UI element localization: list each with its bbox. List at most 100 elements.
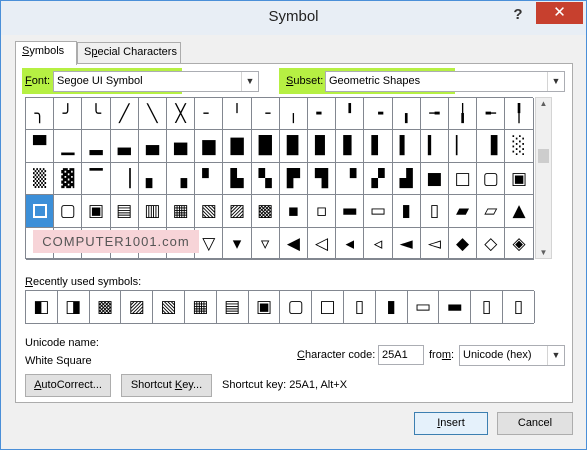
grid-scrollbar[interactable]: ▲ ▼ (535, 97, 552, 259)
symbol-cell[interactable]: ◂ (336, 227, 365, 260)
symbol-cell[interactable]: ▚ (251, 162, 280, 196)
recent-symbol-cell[interactable]: ▦ (185, 291, 217, 323)
symbol-cell[interactable]: ▾ (223, 227, 252, 260)
symbol-cell[interactable]: ▍ (392, 130, 421, 163)
autocorrect-button[interactable]: AutoCorrect... (25, 374, 111, 397)
recent-symbol-cell[interactable]: ▤ (217, 291, 249, 323)
symbol-cell[interactable]: ▓ (54, 162, 83, 196)
recent-symbol-cell[interactable]: ◧ (26, 291, 58, 323)
recent-symbol-cell[interactable]: ▩ (90, 291, 122, 323)
cancel-button[interactable]: Cancel (497, 412, 573, 435)
symbol-cell[interactable]: ▿ (251, 227, 280, 260)
symbol-cell[interactable]: ▭ (364, 195, 393, 228)
subset-dropdown[interactable]: Geometric Shapes ▼ (325, 71, 565, 92)
font-dropdown[interactable]: Segoe UI Symbol ▼ (53, 71, 259, 92)
tab-special-characters[interactable]: Special Characters (77, 42, 181, 64)
recent-symbol-cell[interactable]: ▨ (121, 291, 154, 323)
recent-symbol-cell[interactable]: ▭ (408, 291, 440, 323)
recent-symbols[interactable]: ◧ ◨ ▩ ▨ ▧ ▦ ▤ ▣ ▢ □ ▯ ▮ ▭ ▬ ▯ ▯ (25, 290, 535, 324)
symbol-cell[interactable]: ▯ (420, 195, 449, 228)
symbol-cell[interactable]: ▋ (336, 130, 365, 163)
symbol-cell[interactable]: ▉ (279, 130, 308, 163)
symbol-cell[interactable]: ▁ (54, 130, 83, 163)
symbol-cell[interactable]: ▗ (167, 162, 196, 196)
symbol-cell[interactable]: ▂ (82, 130, 111, 163)
symbol-cell[interactable]: ▣ (505, 162, 534, 196)
scroll-down-icon[interactable]: ▼ (536, 248, 551, 257)
recent-symbol-cell[interactable]: ▢ (280, 291, 313, 323)
symbol-cell[interactable]: ▜ (308, 162, 337, 196)
symbol-cell[interactable]: ╲ (138, 98, 167, 131)
symbol-cell[interactable]: ▘ (195, 162, 224, 196)
recent-symbol-cell[interactable]: ▣ (249, 291, 281, 323)
symbol-cell[interactable]: ╾ (477, 98, 506, 131)
recent-symbol-cell[interactable]: ◨ (58, 291, 90, 323)
symbol-cell[interactable]: ▦ (167, 195, 196, 228)
symbol-cell[interactable]: ▥ (138, 195, 167, 228)
symbol-cell[interactable]: ▌ (364, 130, 393, 163)
symbol-cell[interactable]: ╹ (336, 98, 365, 131)
symbol-cell-selected[interactable] (26, 195, 55, 228)
symbol-cell[interactable]: ▢ (477, 162, 506, 196)
close-button[interactable]: ✕ (536, 2, 583, 24)
symbol-cell[interactable]: ▟ (392, 162, 421, 196)
symbol-cell[interactable]: □ (449, 162, 478, 196)
help-button[interactable]: ? (506, 5, 530, 25)
symbol-cell[interactable]: ▕ (110, 162, 139, 196)
symbol-cell[interactable]: ▏ (449, 130, 478, 163)
recent-symbol-cell[interactable]: ▬ (439, 291, 472, 323)
recent-symbol-cell[interactable]: ▯ (503, 291, 535, 323)
symbol-cell[interactable]: ◆ (449, 227, 478, 260)
symbol-cell[interactable]: ╴ (195, 98, 224, 131)
shortcut-key-button[interactable]: Shortcut Key... (121, 374, 212, 397)
symbol-cell[interactable]: ╷ (279, 98, 308, 131)
symbol-cell[interactable]: ╸ (308, 98, 337, 131)
recent-symbol-cell[interactable]: ▯ (471, 291, 503, 323)
symbol-cell[interactable]: ▛ (279, 162, 308, 196)
symbol-cell[interactable]: ▄ (138, 130, 167, 163)
recent-symbol-cell[interactable]: □ (312, 291, 344, 323)
symbol-cell[interactable]: ◈ (505, 227, 534, 260)
symbol-cell[interactable]: ▣ (82, 195, 111, 228)
symbol-cell[interactable]: ▽ (195, 227, 224, 260)
symbol-cell[interactable]: ╼ (420, 98, 449, 131)
symbol-cell[interactable]: ╿ (505, 98, 534, 131)
character-code-input[interactable]: 25A1 (378, 345, 424, 365)
symbol-cell[interactable]: ▎ (420, 130, 449, 163)
scroll-up-icon[interactable]: ▲ (536, 99, 551, 108)
symbol-cell[interactable]: ╵ (223, 98, 252, 131)
symbol-cell[interactable]: ◅ (420, 227, 449, 260)
symbol-cell[interactable]: ▫ (308, 195, 337, 228)
symbol-cell[interactable]: ▤ (110, 195, 139, 228)
symbol-cell[interactable]: ◀ (279, 227, 308, 260)
symbol-cell[interactable]: ▞ (364, 162, 393, 196)
symbol-cell[interactable]: ▐ (477, 130, 506, 163)
symbol-cell[interactable]: ▪ (279, 195, 308, 228)
insert-button[interactable]: Insert (414, 412, 488, 435)
recent-symbol-cell[interactable]: ▯ (344, 291, 376, 323)
recent-symbol-cell[interactable]: ▮ (376, 291, 408, 323)
symbol-cell[interactable]: ╰ (82, 98, 111, 131)
symbol-cell[interactable]: ▀ (26, 130, 55, 163)
symbol-cell[interactable]: ╶ (251, 98, 280, 131)
symbol-cell[interactable]: ◇ (477, 227, 506, 260)
symbol-cell[interactable]: ▰ (449, 195, 478, 228)
symbol-cell[interactable]: ╯ (54, 98, 83, 131)
symbol-cell[interactable]: ▊ (308, 130, 337, 163)
symbol-cell[interactable]: ▧ (195, 195, 224, 228)
symbol-cell[interactable]: ▮ (392, 195, 421, 228)
symbol-cell[interactable]: ▬ (336, 195, 365, 228)
symbol-cell[interactable]: ▇ (223, 130, 252, 163)
symbol-cell[interactable]: ╺ (364, 98, 393, 131)
symbol-cell[interactable]: ╻ (392, 98, 421, 131)
symbol-cell[interactable]: ▝ (336, 162, 365, 196)
scroll-thumb[interactable] (538, 149, 549, 163)
symbol-cell[interactable]: ◄ (392, 227, 421, 260)
symbol-cell[interactable]: ╳ (167, 98, 196, 131)
symbol-cell[interactable]: ▩ (251, 195, 280, 228)
symbol-cell[interactable]: ◃ (364, 227, 393, 260)
symbol-cell[interactable]: ╽ (449, 98, 478, 131)
symbol-cell[interactable]: ▅ (167, 130, 196, 163)
symbol-cell[interactable]: █ (251, 130, 280, 163)
from-dropdown[interactable]: Unicode (hex) ▼ (459, 345, 565, 366)
